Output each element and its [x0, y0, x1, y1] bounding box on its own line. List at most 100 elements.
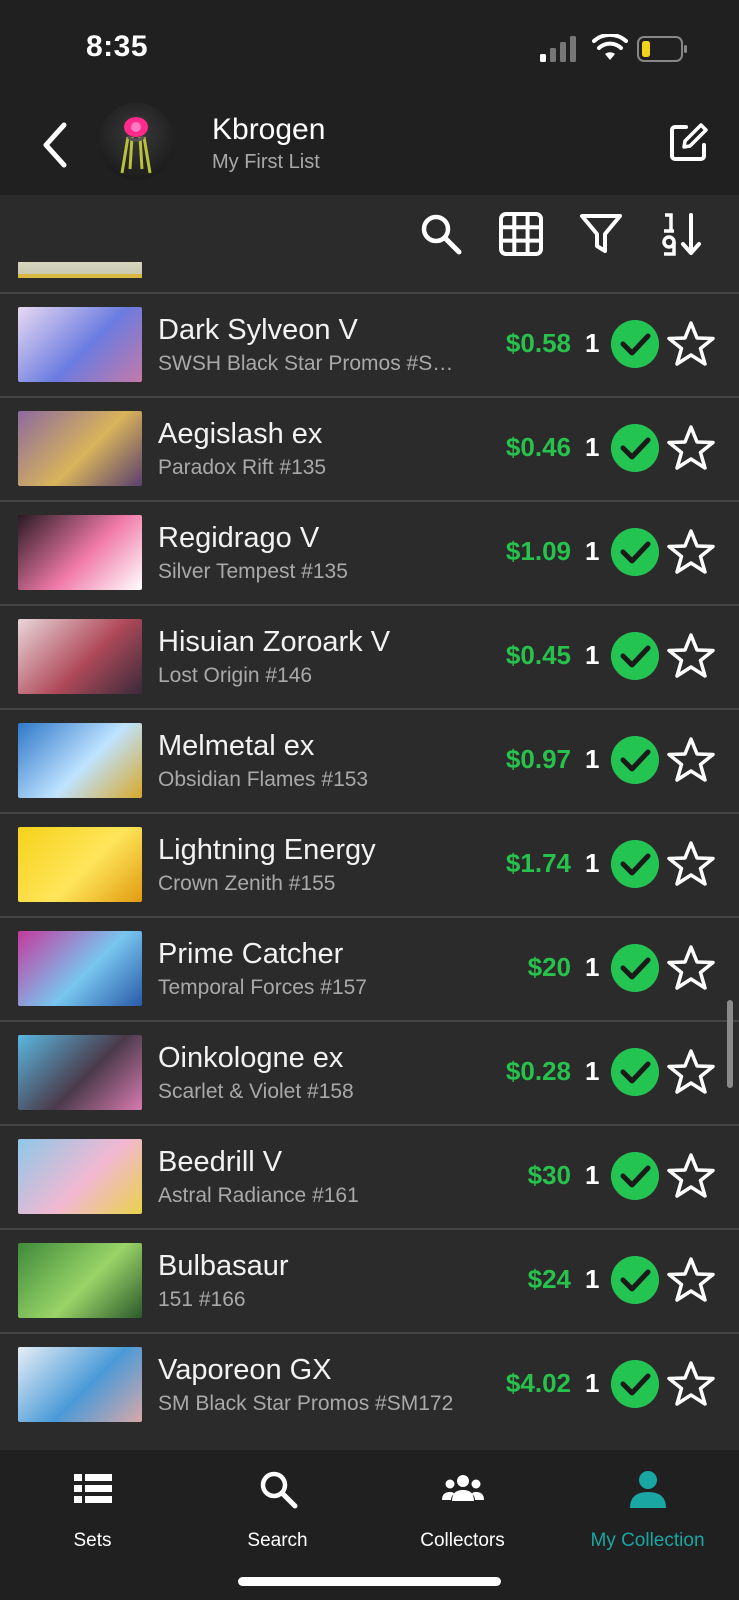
- card-thumbnail[interactable]: [18, 515, 142, 590]
- list-item[interactable]: Aegislash ex Paradox Rift #135 $0.46 1: [0, 396, 739, 500]
- card-set: Lost Origin #146: [158, 664, 313, 687]
- status-bar: 8:35: [0, 0, 739, 95]
- card-thumbnail[interactable]: [18, 1139, 142, 1214]
- list-item[interactable]: Dark Sylveon V SWSH Black Star Promos #S…: [0, 292, 739, 396]
- card-price: $0.97: [505, 744, 571, 774]
- card-thumbnail[interactable]: [18, 619, 142, 694]
- card-thumbnail[interactable]: [18, 411, 142, 486]
- list-item[interactable]: Prime Catcher Temporal Forces #157 $20 1: [0, 916, 739, 1020]
- card-thumbnail[interactable]: [18, 1243, 142, 1318]
- card-set: SWSH Black Star Promos #S…: [158, 352, 454, 375]
- card-name: Hisuian Zoroark V: [158, 626, 391, 658]
- card-quantity[interactable]: 1: [585, 1160, 599, 1191]
- home-indicator: [238, 1577, 501, 1586]
- card-name: Oinkologne ex: [158, 1042, 344, 1074]
- owned-check-icon[interactable]: [611, 1360, 659, 1408]
- card-quantity[interactable]: 1: [585, 328, 599, 359]
- favorite-star-icon[interactable]: [667, 944, 715, 992]
- avatar[interactable]: [98, 103, 175, 180]
- sort-numeric-icon[interactable]: [658, 211, 704, 257]
- list-item-partial[interactable]: [0, 262, 739, 288]
- owned-check-icon[interactable]: [611, 840, 659, 888]
- card-quantity[interactable]: 1: [585, 1056, 599, 1087]
- list-item[interactable]: Vaporeon GX SM Black Star Promos #SM172 …: [0, 1332, 739, 1436]
- card-quantity[interactable]: 1: [585, 640, 599, 671]
- card-name: Melmetal ex: [158, 730, 315, 762]
- card-set: Silver Tempest #135: [158, 560, 348, 583]
- card-price: $20: [527, 952, 571, 982]
- card-name: Vaporeon GX: [158, 1354, 332, 1386]
- card-thumbnail[interactable]: [18, 723, 142, 798]
- card-quantity[interactable]: 1: [585, 744, 599, 775]
- card-set: Scarlet & Violet #158: [158, 1080, 354, 1103]
- owned-check-icon[interactable]: [611, 632, 659, 680]
- card-price: $24: [527, 1264, 571, 1294]
- card-quantity[interactable]: 1: [585, 1368, 599, 1399]
- edit-icon[interactable]: [668, 121, 710, 163]
- back-chevron-icon[interactable]: [36, 117, 76, 173]
- favorite-star-icon[interactable]: [667, 320, 715, 368]
- favorite-star-icon[interactable]: [667, 1360, 715, 1408]
- scrollbar[interactable]: [727, 1000, 733, 1088]
- owned-check-icon[interactable]: [611, 1048, 659, 1096]
- card-thumbnail[interactable]: [18, 307, 142, 382]
- card-quantity[interactable]: 1: [585, 536, 599, 567]
- owned-check-icon[interactable]: [611, 944, 659, 992]
- favorite-star-icon[interactable]: [667, 1048, 715, 1096]
- nav-label: Collectors: [420, 1530, 505, 1551]
- owned-check-icon[interactable]: [611, 424, 659, 472]
- nav-item-sets[interactable]: Sets: [0, 1450, 185, 1560]
- cellular-signal-icon: [540, 36, 576, 62]
- card-name: Prime Catcher: [158, 938, 344, 970]
- card-set: Obsidian Flames #153: [158, 768, 369, 791]
- owned-check-icon[interactable]: [611, 528, 659, 576]
- favorite-star-icon[interactable]: [667, 736, 715, 784]
- favorite-star-icon[interactable]: [667, 528, 715, 576]
- filter-icon[interactable]: [578, 211, 624, 257]
- nav-item-my-collection[interactable]: My Collection: [555, 1450, 739, 1560]
- status-time: 8:35: [86, 30, 149, 63]
- card-set: Paradox Rift #135: [158, 456, 327, 479]
- card-name: Dark Sylveon V: [158, 314, 358, 346]
- nav-item-search[interactable]: Search: [185, 1450, 370, 1560]
- card-thumbnail[interactable]: [18, 827, 142, 902]
- owned-check-icon[interactable]: [611, 1152, 659, 1200]
- owned-check-icon[interactable]: [611, 1256, 659, 1304]
- nav-label: Sets: [73, 1530, 112, 1551]
- card-thumbnail[interactable]: [18, 1035, 142, 1110]
- favorite-star-icon[interactable]: [667, 1152, 715, 1200]
- avatar-figure-icon: [120, 117, 152, 174]
- list-item[interactable]: Bulbasaur 151 #166 $24 1: [0, 1228, 739, 1332]
- grid-icon[interactable]: [498, 211, 544, 257]
- page-title: Kbrogen: [212, 113, 326, 146]
- list-item[interactable]: Regidrago V Silver Tempest #135 $1.09 1: [0, 500, 739, 604]
- card-price: $30: [527, 1160, 571, 1190]
- card-quantity[interactable]: 1: [585, 1264, 599, 1295]
- card-quantity[interactable]: 1: [585, 432, 599, 463]
- owned-check-icon[interactable]: [611, 736, 659, 784]
- nav-item-collectors[interactable]: Collectors: [370, 1450, 555, 1560]
- people-icon: [442, 1475, 484, 1501]
- card-name: Regidrago V: [158, 522, 320, 554]
- search-icon: [260, 1471, 298, 1509]
- card-thumbnail[interactable]: [18, 931, 142, 1006]
- card-quantity[interactable]: 1: [585, 952, 599, 983]
- list-item[interactable]: Oinkologne ex Scarlet & Violet #158 $0.2…: [0, 1020, 739, 1124]
- list-item[interactable]: Melmetal ex Obsidian Flames #153 $0.97 1: [0, 708, 739, 812]
- favorite-star-icon[interactable]: [667, 1256, 715, 1304]
- search-icon[interactable]: [418, 211, 464, 257]
- list-item[interactable]: Hisuian Zoroark V Lost Origin #146 $0.45…: [0, 604, 739, 708]
- favorite-star-icon[interactable]: [667, 632, 715, 680]
- nav-label: My Collection: [590, 1530, 705, 1551]
- card-price: $0.46: [505, 432, 571, 462]
- favorite-star-icon[interactable]: [667, 424, 715, 472]
- list-item[interactable]: Lightning Energy Crown Zenith #155 $1.74…: [0, 812, 739, 916]
- app-screen: 8:35 Kbrogen My First List Dark Sylveon …: [0, 0, 739, 1600]
- card-thumbnail[interactable]: [18, 1347, 142, 1422]
- card-quantity[interactable]: 1: [585, 848, 599, 879]
- owned-check-icon[interactable]: [611, 320, 659, 368]
- card-thumbnail: [18, 262, 142, 278]
- list-item[interactable]: Beedrill V Astral Radiance #161 $30 1: [0, 1124, 739, 1228]
- favorite-star-icon[interactable]: [667, 840, 715, 888]
- card-name: Aegislash ex: [158, 418, 323, 450]
